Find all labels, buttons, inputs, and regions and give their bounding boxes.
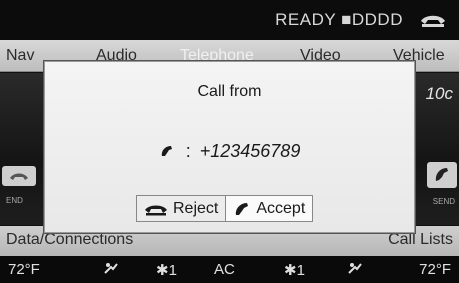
- reject-button[interactable]: Reject: [136, 195, 227, 222]
- phone-icon: [161, 146, 172, 156]
- send-call-icon: [435, 168, 448, 181]
- airflow-left-icon[interactable]: [102, 261, 120, 281]
- airflow-right-icon[interactable]: [346, 261, 364, 281]
- menu-item-data-connections[interactable]: Data/Connections: [6, 231, 133, 249]
- fan-left[interactable]: ✱1: [156, 261, 177, 279]
- caller-number: +123456789: [199, 141, 301, 161]
- background-number: 10c: [425, 84, 453, 103]
- incoming-call-dialog: Call from : +123456789 Reject Accept: [44, 61, 415, 233]
- end-call-key[interactable]: [2, 166, 36, 186]
- accept-button[interactable]: Accept: [226, 195, 314, 222]
- menu-item-nav[interactable]: Nav: [6, 47, 34, 65]
- phone-hang-icon: [421, 15, 445, 27]
- temp-right[interactable]: 72°F: [419, 261, 451, 278]
- status-bar: READY ■DDDD: [0, 0, 459, 40]
- temp-left[interactable]: 72°F: [8, 261, 40, 278]
- caller-separator: :: [185, 141, 191, 161]
- hang-up-icon: [145, 205, 167, 215]
- head-unit-screen: READY ■DDDD Nav Audio Telephone Video Ve…: [0, 0, 459, 283]
- end-key-label: END: [6, 196, 23, 205]
- end-call-icon: [10, 173, 28, 180]
- climate-bar: 72°F ✱1 AC ✱1 72°F: [0, 256, 459, 283]
- call-action-buttons: Reject Accept: [136, 195, 314, 222]
- fan-right[interactable]: ✱1: [284, 261, 305, 279]
- caller-line: : +123456789: [45, 141, 414, 162]
- dialog-title: Call from: [197, 83, 262, 100]
- reject-label: Reject: [173, 199, 219, 217]
- accept-label: Accept: [256, 199, 306, 217]
- pick-up-icon: [236, 202, 249, 215]
- send-key-label: SEND: [432, 197, 455, 206]
- send-call-key[interactable]: [427, 162, 457, 188]
- status-text: READY ■DDDD: [275, 10, 403, 29]
- ac-button[interactable]: AC: [214, 261, 235, 278]
- menu-item-call-lists[interactable]: Call Lists: [388, 231, 453, 249]
